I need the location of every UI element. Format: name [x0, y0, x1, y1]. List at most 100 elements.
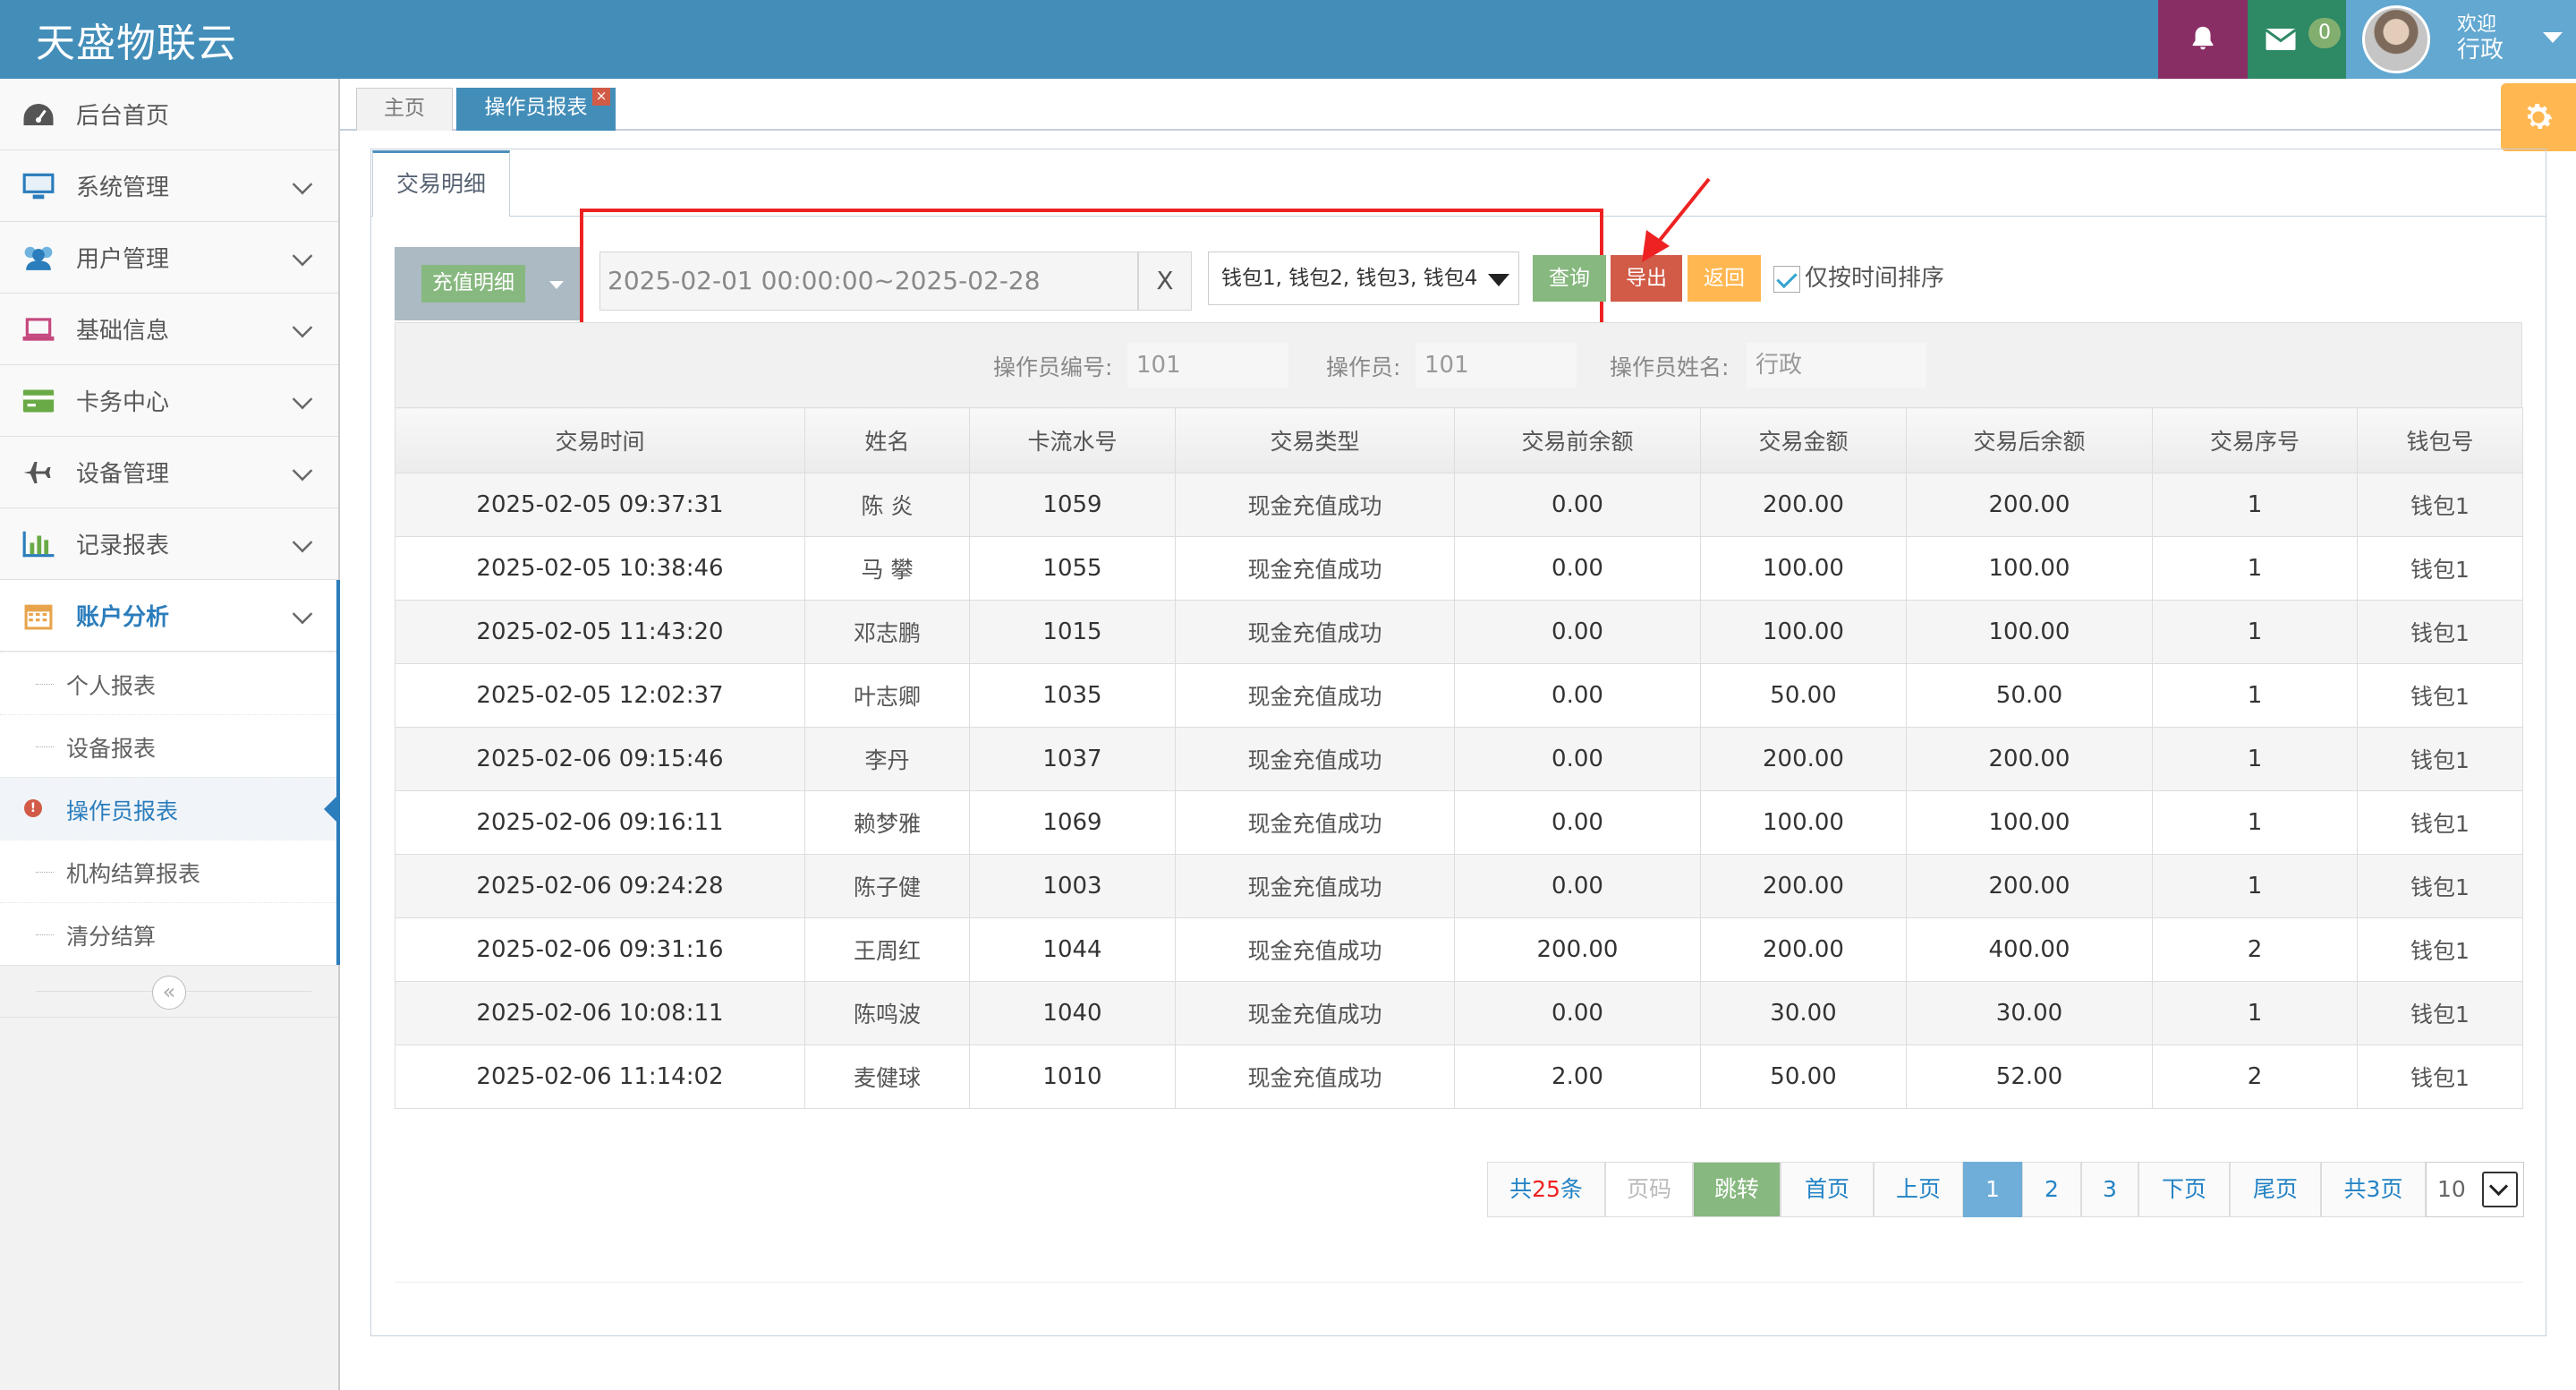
- sidebar-item-account-analysis[interactable]: 账户分析: [0, 580, 340, 652]
- cell-time: 2025-02-06 11:14:02: [395, 1045, 805, 1109]
- cell-name: 李丹: [804, 727, 970, 791]
- cell-wallet: 钱包1: [2357, 854, 2523, 918]
- app-title[interactable]: 天盛物联云: [36, 11, 237, 68]
- envelope-icon: [2265, 29, 2297, 50]
- sidebar-item-records[interactable]: 记录报表: [0, 508, 338, 580]
- caret-down-icon: [549, 281, 564, 289]
- cell-wallet: 钱包1: [2357, 790, 2523, 855]
- cell-wallet: 钱包1: [2357, 663, 2523, 728]
- table-row[interactable]: 2025-02-06 11:14:02 麦健球 1010 现金充值成功 2.00 50.0…: [395, 1045, 2523, 1109]
- sidebar-collapse-button[interactable]: «: [152, 976, 186, 1010]
- prev-page-button[interactable]: 上页: [1874, 1162, 1963, 1217]
- user-menu[interactable]: 欢迎 行政: [2346, 0, 2576, 79]
- column-header[interactable]: 交易金额: [1700, 407, 1907, 473]
- sidebar-subitem-personal-report[interactable]: 个人报表: [0, 652, 338, 714]
- sidebar-item-label: 账户分析: [76, 604, 170, 631]
- cell-type: 现金充值成功: [1175, 790, 1455, 855]
- operator-value: 101: [1416, 343, 1577, 388]
- cell-time: 2025-02-06 10:08:11: [395, 981, 805, 1045]
- cell-card-serial: 1040: [969, 981, 1176, 1045]
- column-header[interactable]: 钱包号: [2357, 407, 2523, 473]
- calendar-icon: [20, 600, 57, 632]
- jump-button[interactable]: 跳转: [1693, 1162, 1781, 1217]
- tab-home[interactable]: 主页: [356, 88, 453, 131]
- sidebar-subitem-label: 机构结算报表: [66, 861, 201, 887]
- sidebar-item-label: 记录报表: [76, 533, 170, 559]
- sidebar-item-users[interactable]: 用户管理: [0, 222, 338, 294]
- table-row[interactable]: 2025-02-05 12:02:37 叶志卿 1035 现金充值成功 0.00 50.0…: [395, 663, 2523, 728]
- page-button[interactable]: 3: [2081, 1162, 2138, 1217]
- cell-seq: 1: [2152, 473, 2358, 537]
- cell-balance-before: 200.00: [1454, 917, 1701, 982]
- cell-balance-after: 200.00: [1906, 854, 2153, 918]
- column-header[interactable]: 交易序号: [2152, 407, 2358, 473]
- page-size-value: 10: [2437, 1176, 2466, 1202]
- page-count: 共3页: [2321, 1162, 2426, 1217]
- tab-transaction-detail[interactable]: 交易明细: [372, 150, 510, 217]
- sort-by-time-label[interactable]: 仅按时间排序: [1805, 260, 1944, 293]
- table-row[interactable]: 2025-02-06 09:16:11 赖梦雅 1069 现金充值成功 0.00 100.…: [395, 790, 2523, 855]
- cell-balance-before: 0.00: [1454, 600, 1701, 664]
- sidebar-item-dashboard[interactable]: 后台首页: [0, 79, 338, 150]
- cell-balance-before: 0.00: [1454, 473, 1701, 537]
- chevron-down-icon: [292, 603, 313, 625]
- page-size-select[interactable]: 10: [2426, 1162, 2524, 1217]
- query-button[interactable]: 查询: [1533, 255, 1606, 302]
- table-row[interactable]: 2025-02-05 10:38:46 马 攀 1055 现金充值成功 0.00 100.…: [395, 536, 2523, 601]
- last-page-button[interactable]: 尾页: [2230, 1162, 2321, 1217]
- cell-seq: 1: [2152, 790, 2358, 855]
- page-button[interactable]: 2: [2022, 1162, 2081, 1217]
- sidebar-subitem-device-report[interactable]: 设备报表: [0, 714, 338, 777]
- sidebar-item-devices[interactable]: 设备管理: [0, 437, 338, 508]
- sidebar-subitem-clearing[interactable]: 清分结算: [0, 902, 338, 965]
- column-header[interactable]: 交易类型: [1175, 407, 1455, 473]
- sidebar-collapse-row: «: [0, 966, 338, 1018]
- table-row[interactable]: 2025-02-05 11:43:20 邓志鹏 1015 现金充值成功 0.00 100.…: [395, 600, 2523, 664]
- page-tabs: 主页 操作员报表 ×: [340, 79, 2576, 131]
- sort-by-time-checkbox[interactable]: [1773, 266, 1800, 293]
- table-row[interactable]: 2025-02-06 09:15:46 李丹 1037 现金充值成功 0.00 200.0…: [395, 727, 2523, 791]
- table-row[interactable]: 2025-02-06 09:31:16 王周红 1044 现金充值成功 200.00 20…: [395, 917, 2523, 982]
- cell-balance-after: 400.00: [1906, 917, 2153, 982]
- sidebar: 后台首页 系统管理 用户管理 基础信息 卡务中心 设备管理 记录报表 账户分析: [0, 79, 340, 1390]
- chevron-down-icon: [292, 174, 313, 195]
- page-button-current[interactable]: 1: [1963, 1162, 2022, 1217]
- cell-type: 现金充值成功: [1175, 981, 1455, 1045]
- cell-time: 2025-02-05 09:37:31: [395, 473, 805, 537]
- user-greeting: 欢迎 行政: [2457, 13, 2504, 63]
- notifications-button[interactable]: [2158, 0, 2248, 79]
- column-header[interactable]: 交易时间: [395, 407, 805, 473]
- sidebar-subitem-org-settlement[interactable]: 机构结算报表: [0, 840, 338, 902]
- column-header[interactable]: 交易前余额: [1454, 407, 1701, 473]
- sidebar-item-label: 系统管理: [76, 175, 170, 201]
- messages-button[interactable]: 0: [2248, 0, 2346, 79]
- sidebar-item-card-center[interactable]: 卡务中心: [0, 365, 338, 437]
- sidebar-subitem-label: 个人报表: [66, 673, 157, 699]
- type-select[interactable]: 充值明细: [395, 247, 581, 320]
- total-prefix: 共: [1509, 1176, 1533, 1202]
- cell-time: 2025-02-05 10:38:46: [395, 536, 805, 601]
- table-row[interactable]: 2025-02-05 09:37:31 陈 炎 1059 现金充值成功 0.00 200.…: [395, 473, 2523, 537]
- cell-balance-before: 0.00: [1454, 536, 1701, 601]
- plane-icon: [20, 456, 57, 489]
- sidebar-item-system[interactable]: 系统管理: [0, 150, 338, 222]
- sidebar-item-basic-info[interactable]: 基础信息: [0, 294, 338, 365]
- cell-type: 现金充值成功: [1175, 600, 1455, 664]
- cell-balance-after: 100.00: [1906, 536, 2153, 601]
- next-page-button[interactable]: 下页: [2138, 1162, 2230, 1217]
- column-header[interactable]: 卡流水号: [969, 407, 1176, 473]
- sidebar-subitem-operator-report[interactable]: ! 操作员报表: [0, 777, 340, 840]
- settings-button[interactable]: [2501, 83, 2576, 151]
- table-row[interactable]: 2025-02-06 09:24:28 陈子健 1003 现金充值成功 0.00 200.…: [395, 854, 2523, 918]
- cell-card-serial: 1037: [969, 727, 1176, 791]
- page-number-input[interactable]: 页码: [1605, 1162, 1693, 1217]
- table-row[interactable]: 2025-02-06 10:08:11 陈鸣波 1040 现金充值成功 0.00 30.0…: [395, 981, 2523, 1045]
- cell-amount: 200.00: [1700, 473, 1907, 537]
- column-header[interactable]: 姓名: [804, 407, 970, 473]
- close-icon[interactable]: ×: [592, 88, 610, 106]
- bar-chart-icon: [20, 528, 57, 560]
- column-header[interactable]: 交易后余额: [1906, 407, 2153, 473]
- operator-name-label: 操作员姓名:: [1610, 354, 1730, 380]
- cell-time: 2025-02-06 09:16:11: [395, 790, 805, 855]
- first-page-button[interactable]: 首页: [1781, 1162, 1874, 1217]
